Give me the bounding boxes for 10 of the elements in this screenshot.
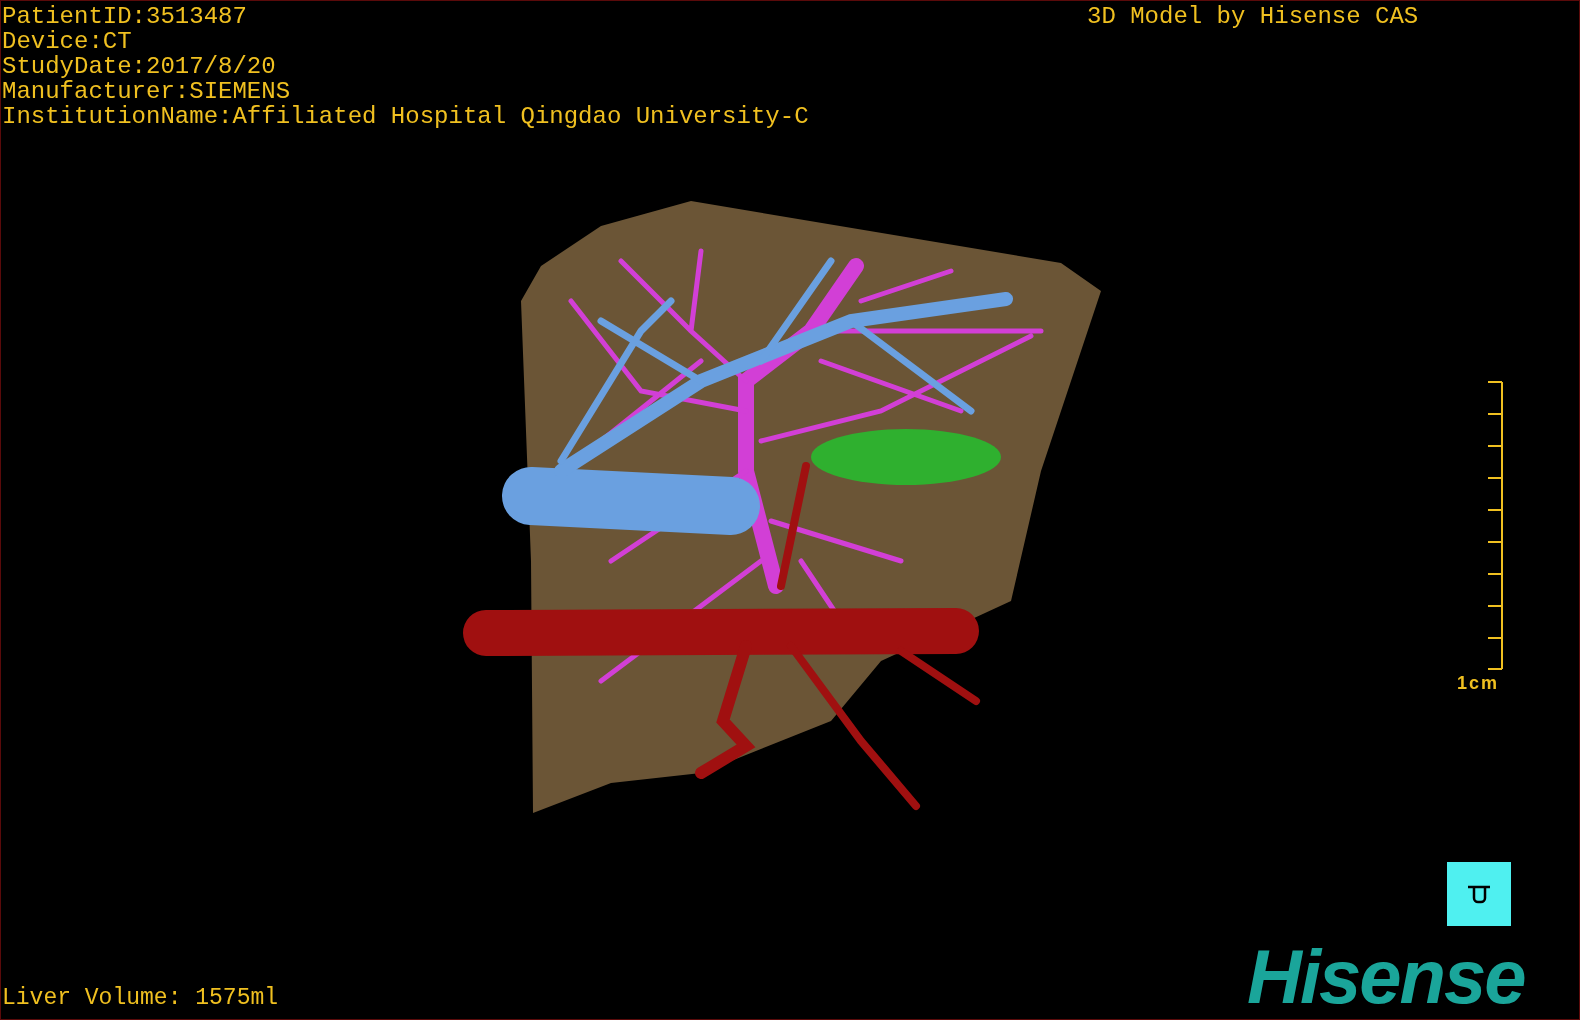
info-line: PatientID:3513487 — [2, 4, 248, 29]
info-line: InstitutionName:Affiliated Hospital Qingdao University-C — [2, 104, 809, 129]
scale-label: 1cm — [1457, 673, 1500, 693]
info-line: Device:CT — [2, 29, 133, 54]
info-line: StudyDate:2017/8/20 — [2, 54, 277, 79]
viewer-title: 3D Model by Hisense CAS — [1087, 4, 1419, 29]
logo: Hisense — [1247, 937, 1525, 1017]
liver-volume: Liver Volume: 1575ml — [2, 986, 279, 1011]
view-button[interactable] — [1447, 862, 1511, 926]
info-line: Manufacturer:SIEMENS — [2, 79, 292, 104]
